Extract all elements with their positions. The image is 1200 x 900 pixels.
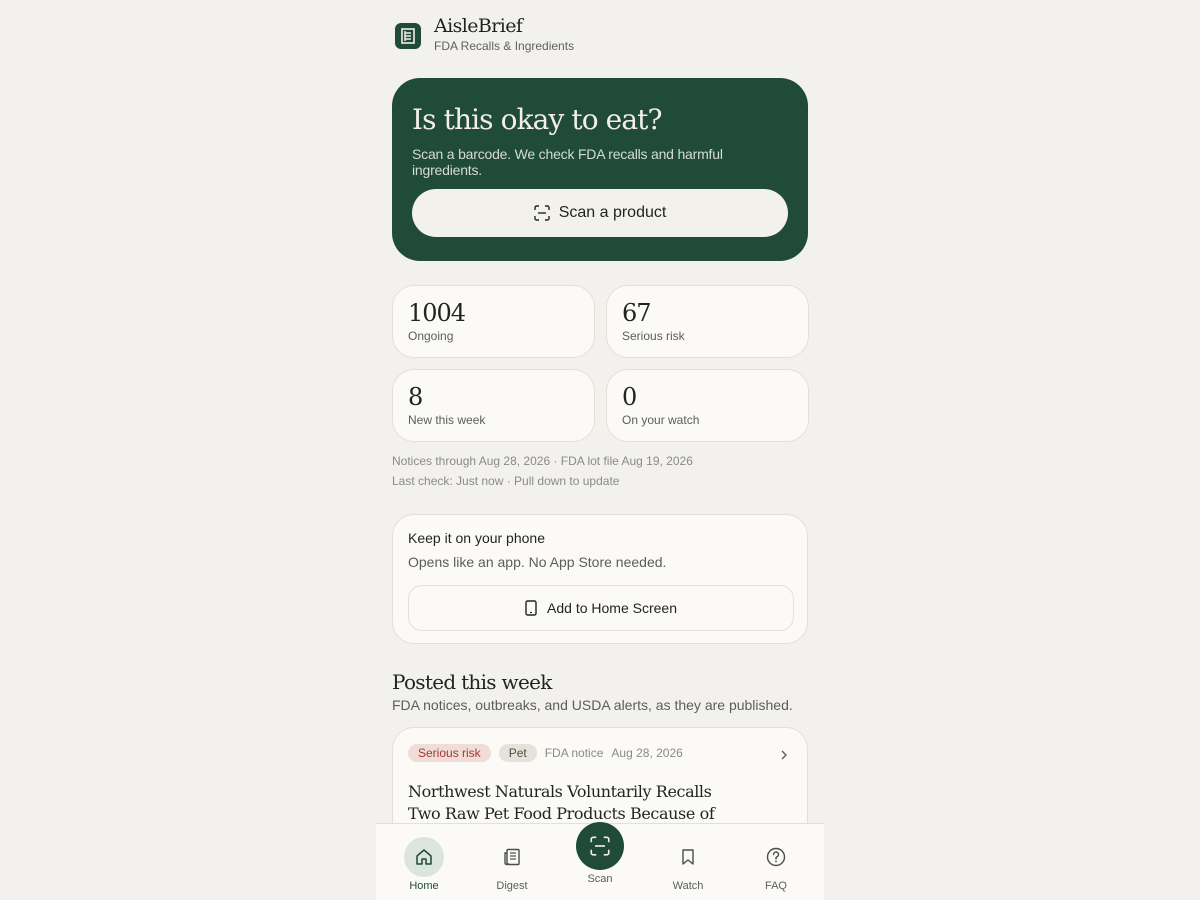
stat-ongoing[interactable]: 1004 Ongoing [392,285,595,358]
phone-icon [525,600,537,616]
app-header: AisleBrief FDA Recalls & Ingredients [395,16,574,53]
nav-scan-button[interactable] [576,822,624,870]
section-subtitle: FDA notices, outbreaks, and USDA alerts,… [392,697,793,713]
stat-label: Ongoing [408,329,454,343]
scan-hero-card: Is this okay to eat? Scan a barcode. We … [392,78,808,261]
bookmark-icon [682,849,694,865]
add-to-home-screen-label: Add to Home Screen [547,600,677,616]
logo-icon [395,23,421,49]
add-to-home-screen-button[interactable]: Add to Home Screen [408,585,794,631]
nav-digest[interactable]: Digest [472,824,552,900]
home-icon [416,849,432,865]
stat-value: 1004 [408,299,466,327]
stat-new-this-week[interactable]: 8 New this week [392,369,595,442]
scan-product-label: Scan a product [558,204,667,221]
nav-watch-label: Watch [672,880,704,892]
chevron-right-icon [781,750,787,760]
recall-tags: Serious risk Pet FDA notice Aug 28, 2026 [408,744,792,762]
nav-scan-label: Scan [587,873,613,885]
hero-subtitle: Scan a barcode. We check FDA recalls and… [412,146,723,178]
stat-value: 8 [408,383,423,411]
nav-faq-label: FAQ [764,880,787,892]
source-label: FDA notice [544,746,604,760]
app-tagline: FDA Recalls & Ingredients [434,39,575,53]
help-circle-icon [766,847,786,867]
risk-badge: Serious risk [408,744,491,762]
nav-home[interactable]: Home [384,824,464,900]
newspaper-icon [504,848,520,866]
hero-title: Is this okay to eat? [412,103,663,136]
nav-home-label: Home [409,880,439,892]
nav-digest-label: Digest [496,880,528,892]
scan-icon [533,205,550,221]
install-title: Keep it on your phone [408,530,545,546]
install-card: Keep it on your phone Opens like an app.… [392,514,808,644]
data-freshness-note: Notices through Aug 28, 2026 · FDA lot f… [392,454,693,468]
nav-watch[interactable]: Watch [648,824,728,900]
app-name: AisleBrief [434,15,523,37]
stat-label: On your watch [622,413,700,427]
stat-value: 0 [622,383,637,411]
stat-serious-risk[interactable]: 67 Serious risk [606,285,809,358]
install-subtitle: Opens like an app. No App Store needed. [408,554,667,570]
scan-icon [590,836,610,856]
stat-label: New this week [408,413,486,427]
section-title: Posted this week [392,670,552,694]
last-check-note: Last check: Just now · Pull down to upda… [392,474,620,488]
date-label: Aug 28, 2026 [611,746,683,760]
category-badge: Pet [498,744,537,762]
scan-product-button[interactable]: Scan a product [412,189,788,237]
stat-label: Serious risk [622,329,685,343]
nav-faq[interactable]: FAQ [736,824,816,900]
stat-value: 67 [622,299,652,327]
stat-on-your-watch[interactable]: 0 On your watch [606,369,809,442]
